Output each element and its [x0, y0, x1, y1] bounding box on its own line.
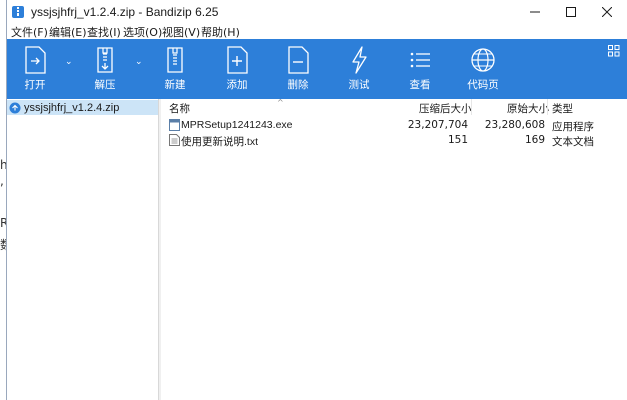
column-separator[interactable] [547, 99, 548, 115]
column-header-original-size[interactable]: 原始大小 [507, 101, 549, 116]
open-label: 打开 [24, 79, 46, 91]
test-label: 测试 [348, 79, 370, 91]
new-archive-icon [167, 47, 183, 73]
maximize-icon [566, 7, 576, 17]
tree-item-label: yssjsjhfrj_v1.2.4.zip [24, 101, 120, 114]
folder-tree: yssjsjhfrj_v1.2.4.zip [7, 99, 159, 400]
open-archive-icon [25, 46, 46, 74]
file-type: 应用程序 [552, 121, 594, 133]
codepage-button[interactable]: 代码页 [461, 39, 505, 99]
add-button[interactable]: 添加 [217, 39, 257, 99]
view-label: 查看 [409, 79, 431, 91]
window-title: yssjsjhfrj_v1.2.4.zip - Bandizip 6.25 [31, 5, 219, 19]
open-button[interactable]: 打开 [15, 39, 55, 99]
test-button[interactable]: 测试 [339, 39, 379, 99]
add-label: 添加 [226, 79, 248, 91]
maximize-button[interactable] [553, 0, 589, 24]
minimize-button[interactable] [517, 0, 553, 24]
globe-icon [471, 48, 495, 72]
column-header-type[interactable]: 类型 [552, 101, 573, 116]
delete-file-icon [288, 46, 309, 74]
text-file-icon [169, 134, 180, 146]
menu-edit[interactable]: 编辑(E) [49, 24, 87, 40]
delete-button[interactable]: 删除 [278, 39, 318, 99]
column-separator[interactable] [471, 99, 472, 115]
file-packed-size: 23,207,704 [407, 119, 468, 131]
menu-view[interactable]: 视图(V) [162, 24, 200, 40]
file-type: 文本文档 [552, 136, 594, 148]
new-label: 新建 [164, 79, 186, 91]
exe-file-icon [169, 119, 180, 131]
delete-label: 删除 [287, 79, 309, 91]
bandizip-app-icon [12, 6, 24, 18]
file-list: 名称 ^ 压缩后大小 原始大小 类型 MPRSetup1241243.exe 2… [161, 98, 627, 400]
column-header-name[interactable]: 名称 [169, 101, 190, 116]
file-original-size: 23,280,608 [484, 119, 545, 131]
menu-help[interactable]: 帮助(H) [201, 24, 240, 40]
menu-bar: 文件(F) 编辑(E) 查找(I) 选项(O) 视图(V) 帮助(H) [7, 23, 627, 39]
codepage-label: 代码页 [467, 79, 499, 91]
column-header-packed-size[interactable]: 压缩后大小 [419, 101, 472, 116]
extract-dropdown-icon[interactable]: ⌄ [135, 57, 143, 67]
extract-icon [97, 47, 113, 73]
view-button[interactable]: 查看 [400, 39, 440, 99]
file-packed-size: 151 [447, 134, 468, 146]
extract-button[interactable]: 解压 [85, 39, 125, 99]
file-name: 使用更新说明.txt [181, 136, 259, 148]
file-original-size: 169 [524, 134, 545, 146]
file-name: MPRSetup1241243.exe [181, 119, 293, 131]
archive-icon [9, 102, 21, 113]
toolbar: 打开 ⌄ 解压 ⌄ 新建 添加 删除 测试 查看 代码页 [7, 39, 627, 99]
table-row[interactable]: MPRSetup1241243.exe 23,207,704 23,280,60… [161, 118, 627, 133]
minimize-icon [530, 11, 540, 13]
menu-find[interactable]: 查找(I) [87, 24, 121, 40]
list-header: 名称 ^ 压缩后大小 原始大小 类型 [161, 98, 627, 116]
new-archive-button[interactable]: 新建 [155, 39, 195, 99]
menu-options[interactable]: 选项(O) [123, 24, 162, 40]
add-file-icon [227, 46, 248, 74]
table-row[interactable]: 使用更新说明.txt 151 169 文本文档 [161, 133, 627, 148]
close-icon [602, 7, 612, 17]
lightning-icon [352, 46, 367, 74]
open-dropdown-icon[interactable]: ⌄ [65, 57, 73, 67]
sort-ascending-icon: ^ [277, 98, 284, 107]
bandizip-window: yssjsjhfrj_v1.2.4.zip - Bandizip 6.25 文件… [6, 0, 627, 400]
tree-item-archive-root[interactable]: yssjsjhfrj_v1.2.4.zip [7, 100, 158, 115]
background-fragment: , [0, 174, 4, 188]
close-button[interactable] [589, 0, 625, 24]
menu-file[interactable]: 文件(F) [11, 24, 48, 40]
extract-label: 解压 [94, 79, 116, 91]
layout-grid-icon[interactable] [608, 45, 620, 57]
list-view-icon [410, 52, 430, 68]
title-bar[interactable]: yssjsjhfrj_v1.2.4.zip - Bandizip 6.25 [7, 0, 627, 24]
